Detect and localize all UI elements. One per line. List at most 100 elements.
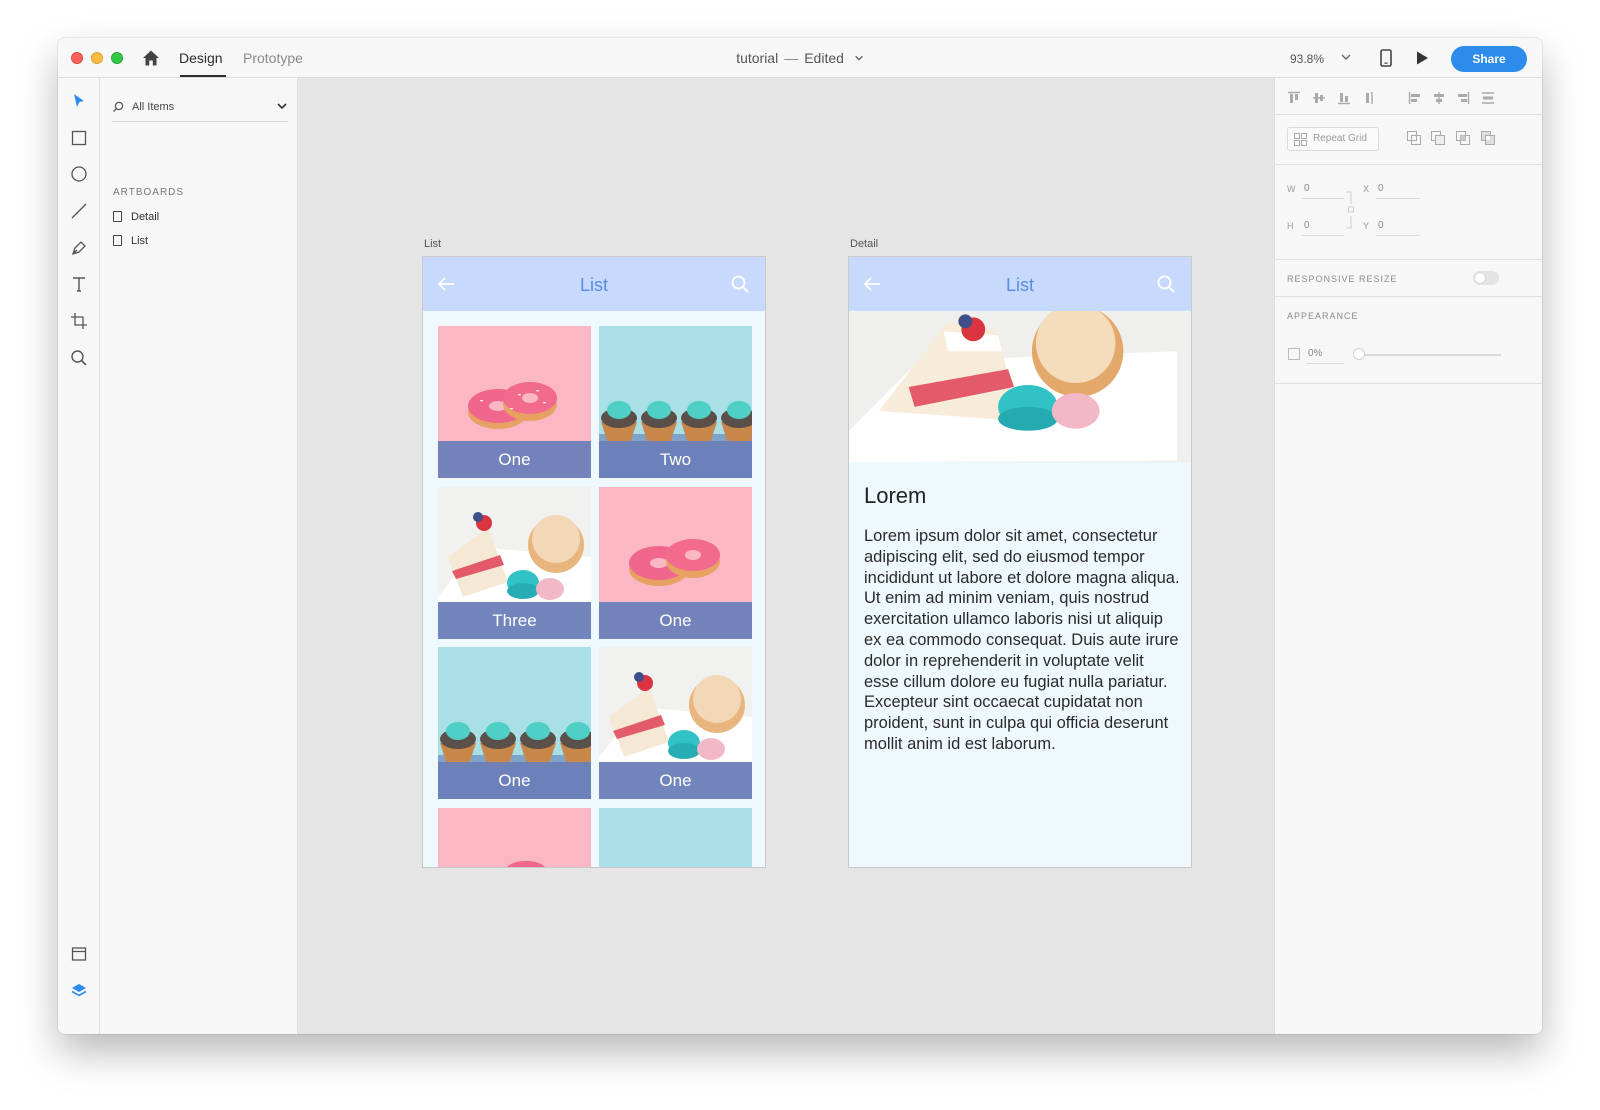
panel-divider	[1275, 114, 1542, 115]
panel-divider	[1275, 296, 1542, 297]
app-header: List	[849, 257, 1191, 311]
panel-divider	[1275, 383, 1542, 384]
align-top-icon[interactable]	[1287, 91, 1301, 105]
grid-tile[interactable]: One	[438, 647, 591, 799]
search-icon[interactable]	[731, 275, 749, 293]
app-header: List	[423, 257, 765, 311]
grid-tile-partial[interactable]	[599, 808, 752, 867]
donuts-image	[438, 808, 591, 867]
width-field-underline	[1302, 198, 1344, 199]
tile-caption: Two	[599, 441, 752, 478]
distribute-vertical-icon[interactable]	[1362, 91, 1376, 105]
x-field[interactable]: 0	[1378, 183, 1384, 194]
device-preview-icon[interactable]	[1380, 49, 1392, 67]
detail-artboard[interactable]: List Lorem Lorem ipsum dolor sit amet, c…	[848, 256, 1192, 868]
artboard-list-item[interactable]: List	[113, 235, 148, 247]
opacity-field[interactable]: 0%	[1308, 348, 1322, 359]
text-tool-icon[interactable]	[69, 274, 89, 294]
grid-tile[interactable]: Two	[599, 326, 752, 478]
detail-heading: Lorem	[864, 483, 927, 508]
align-center-icon[interactable]	[1432, 91, 1446, 105]
panel-divider	[1275, 259, 1542, 260]
search-icon	[113, 101, 124, 112]
select-tool-icon[interactable]	[69, 91, 89, 111]
grid-tile[interactable]: Three	[438, 487, 591, 639]
tile-caption: One	[438, 762, 591, 799]
grid-tile-partial[interactable]	[438, 808, 591, 867]
design-canvas[interactable]: List List One Two Three One One One Deta…	[298, 78, 1274, 1034]
detail-artboard-label[interactable]: Detail	[850, 238, 878, 250]
opacity-slider-track[interactable]	[1359, 354, 1501, 356]
distribute-horizontal-icon[interactable]	[1481, 91, 1495, 105]
boolean-exclude-icon[interactable]	[1480, 130, 1496, 146]
artboards-section-title: ARTBOARDS	[113, 187, 185, 198]
title-separator: —	[784, 50, 799, 66]
artboard-list-item[interactable]: Detail	[113, 211, 159, 223]
chevron-down-icon[interactable]	[854, 53, 864, 63]
active-tab-indicator	[180, 75, 226, 77]
grid-tile[interactable]: One	[599, 487, 752, 639]
opacity-field-underline	[1306, 363, 1344, 364]
tile-caption: One	[599, 602, 752, 639]
layers-panel: All Items ARTBOARDS Detail List	[100, 78, 298, 1034]
y-field-underline	[1376, 235, 1420, 236]
y-field[interactable]: 0	[1378, 220, 1384, 231]
assets-panel-icon[interactable]	[69, 944, 89, 964]
align-middle-icon[interactable]	[1312, 91, 1326, 105]
ellipse-tool-icon[interactable]	[69, 164, 89, 184]
title-bar: Design Prototype tutorial — Edited 93.8% S…	[58, 38, 1542, 78]
x-label: X	[1363, 184, 1370, 194]
layer-filter-dropdown[interactable]: All Items	[112, 98, 288, 122]
pen-tool-icon[interactable]	[69, 238, 89, 258]
layers-panel-icon[interactable]	[69, 981, 89, 1001]
tile-caption: One	[599, 762, 752, 799]
responsive-resize-label: RESPONSIVE RESIZE	[1287, 274, 1398, 284]
play-icon[interactable]	[1414, 50, 1430, 66]
opacity-slider-handle[interactable]	[1353, 348, 1365, 360]
rectangle-tool-icon[interactable]	[69, 128, 89, 148]
grid-tile[interactable]: One	[599, 647, 752, 799]
boolean-subtract-icon[interactable]	[1430, 130, 1446, 146]
grid-tile[interactable]: One	[438, 326, 591, 478]
boolean-intersect-icon[interactable]	[1455, 130, 1471, 146]
boolean-add-icon[interactable]	[1406, 130, 1422, 146]
appearance-label: APPEARANCE	[1287, 311, 1359, 321]
zoom-level[interactable]: 93.8%	[1290, 52, 1324, 66]
zoom-tool-icon[interactable]	[69, 348, 89, 368]
artboard-icon	[113, 235, 122, 246]
x-field-underline	[1376, 198, 1420, 199]
panel-divider	[1275, 164, 1542, 165]
cake-hero-image	[849, 311, 1191, 463]
width-field[interactable]: 0	[1304, 183, 1310, 194]
document-status: Edited	[804, 50, 844, 66]
height-field[interactable]: 0	[1304, 220, 1310, 231]
filter-label: All Items	[132, 101, 175, 113]
height-field-underline	[1302, 235, 1344, 236]
document-name: tutorial	[736, 50, 779, 66]
y-label: Y	[1363, 221, 1370, 231]
share-button[interactable]: Share	[1451, 46, 1527, 72]
repeat-grid-label: Repeat Grid	[1313, 133, 1367, 144]
responsive-resize-toggle[interactable]	[1473, 271, 1499, 285]
repeat-grid-button[interactable]: Repeat Grid	[1287, 127, 1379, 151]
artboard-tool-icon[interactable]	[69, 311, 89, 331]
align-right-icon[interactable]	[1456, 91, 1470, 105]
tile-caption: One	[438, 441, 591, 478]
app-header-title: List	[579, 275, 608, 295]
search-icon[interactable]	[1157, 275, 1175, 293]
detail-body-text: Lorem ipsum dolor sit amet, consectetur …	[864, 527, 1180, 753]
lock-aspect-icon[interactable]	[1345, 190, 1355, 230]
height-label: H	[1287, 221, 1294, 231]
align-left-icon[interactable]	[1408, 91, 1422, 105]
tools-toolbar	[58, 78, 100, 1034]
width-label: W	[1287, 184, 1296, 194]
artboard-item-label: List	[131, 235, 149, 247]
align-bottom-icon[interactable]	[1337, 91, 1351, 105]
app-header-title: List	[1005, 275, 1034, 295]
app-window: Design Prototype tutorial — Edited 93.8% S…	[58, 38, 1542, 1034]
list-artboard[interactable]: List One Two Three One One One	[422, 256, 766, 868]
cupcakes-image	[599, 808, 752, 867]
zoom-chevron-icon[interactable]	[1340, 51, 1352, 63]
line-tool-icon[interactable]	[69, 201, 89, 221]
list-artboard-label[interactable]: List	[424, 238, 441, 250]
